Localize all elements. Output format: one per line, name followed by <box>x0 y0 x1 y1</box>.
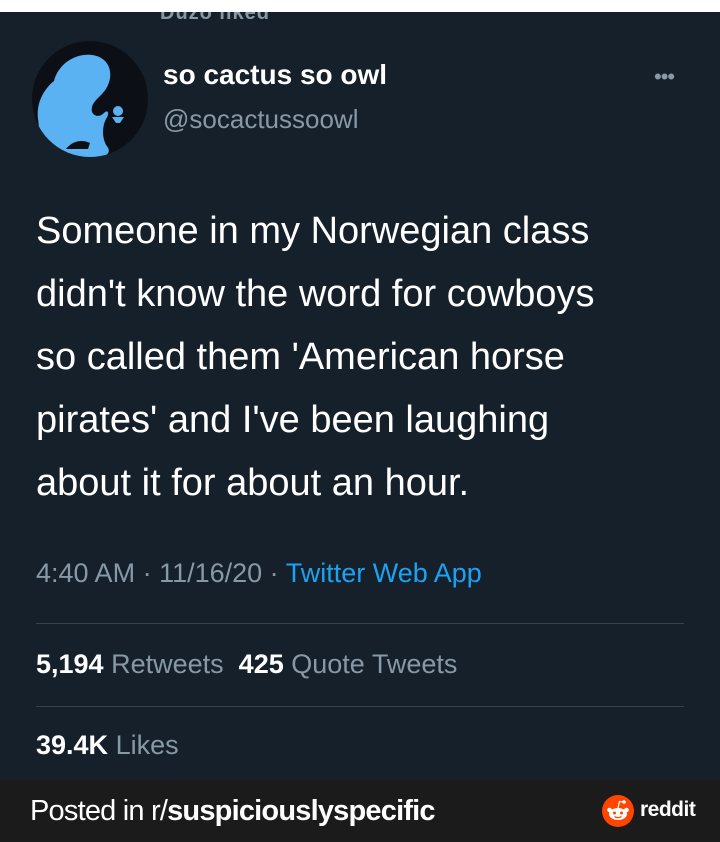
posted-in-prefix: Posted in r/ <box>30 795 168 827</box>
tweet-source-link[interactable]: Twitter Web App <box>286 558 482 588</box>
divider <box>36 706 684 707</box>
quote-tweets-label: Quote Tweets <box>291 649 458 679</box>
more-options-icon[interactable]: ••• <box>654 64 675 90</box>
liked-by-context: Duzo liked <box>160 12 271 24</box>
retweets-label: Retweets <box>111 649 224 679</box>
meta-separator: · <box>262 558 286 588</box>
tweet-text-line: Someone in my Norwegian class <box>36 210 590 252</box>
divider <box>36 623 684 624</box>
tweet-text-line: about it for about an hour. <box>36 462 470 504</box>
likes-label: Likes <box>115 730 179 760</box>
meta-separator: · <box>135 558 160 588</box>
like-stats: 39.4K Likes <box>36 730 179 761</box>
display-name[interactable]: so cactus so owl <box>163 59 387 91</box>
reddit-footer: Posted in r/suspiciouslyspecific reddit <box>0 780 720 842</box>
tweet-time[interactable]: 4:40 AM <box>36 558 135 588</box>
tweet-card: Duzo liked so cactus so owl @socactussoo… <box>0 12 720 780</box>
retweets-link[interactable]: 5,194 Retweets <box>36 649 224 679</box>
user-handle[interactable]: @socactussoowl <box>163 104 358 135</box>
reddit-logo-icon <box>602 795 634 827</box>
tweet-text-line: pirates' and I've been laughing <box>36 399 550 441</box>
tweet-text: Someone in my Norwegian class didn't kno… <box>36 200 696 515</box>
quote-tweets-count: 425 <box>238 649 284 679</box>
tweet-metadata: 4:40 AM · 11/16/20 · Twitter Web App <box>36 558 482 589</box>
retweet-stats: 5,194 Retweets 425 Quote Tweets <box>36 649 457 680</box>
likes-count: 39.4K <box>36 730 109 760</box>
avatar[interactable] <box>32 41 148 157</box>
tweet-date[interactable]: 11/16/20 <box>159 558 262 588</box>
retweets-count: 5,194 <box>36 649 104 679</box>
posted-in-text: Posted in r/suspiciouslyspecific <box>30 795 436 828</box>
subreddit-name[interactable]: suspiciouslyspecific <box>167 795 435 827</box>
quote-tweets-link[interactable]: 425 Quote Tweets <box>239 649 458 679</box>
likes-link[interactable]: 39.4K Likes <box>36 730 179 760</box>
avatar-figure-icon <box>37 54 124 157</box>
tweet-text-line: so called them 'American horse <box>36 336 565 378</box>
tweet-text-line: didn't know the word for cowboys <box>36 273 595 315</box>
reddit-wordmark: reddit <box>640 798 696 821</box>
